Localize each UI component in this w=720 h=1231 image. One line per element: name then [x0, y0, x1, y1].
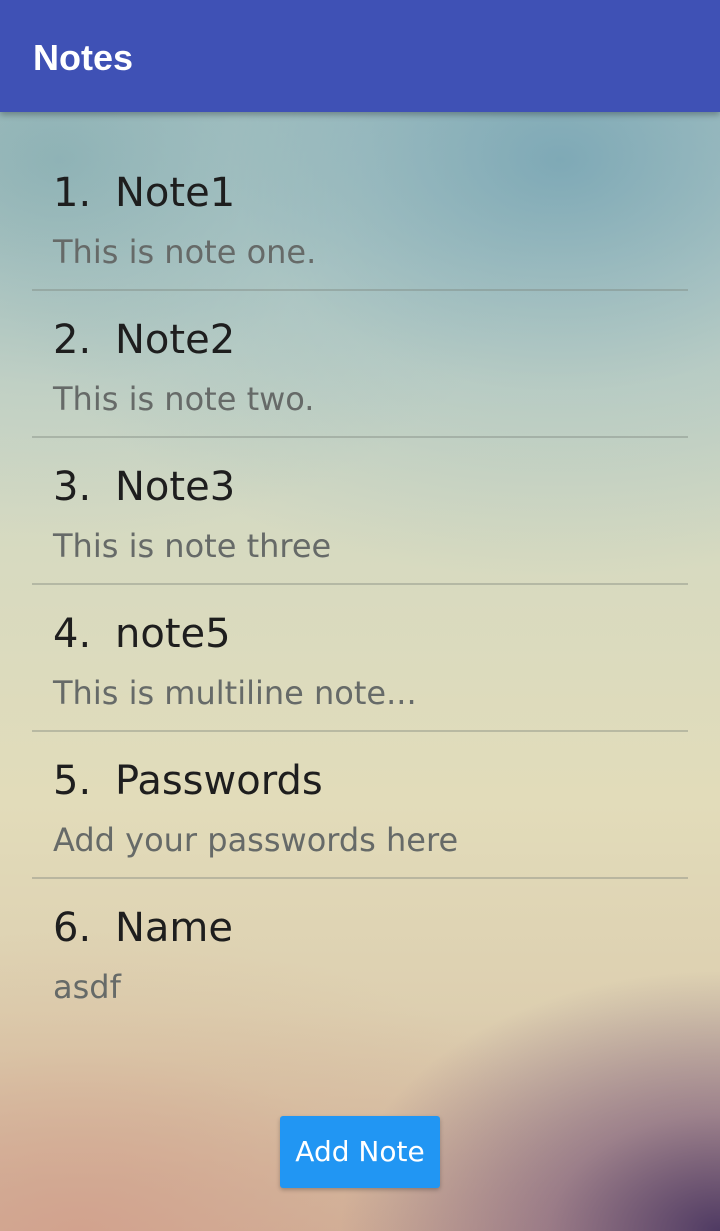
note-title: Note2 — [115, 317, 236, 363]
app-bar: Notes — [0, 0, 720, 112]
note-header: 3. Note3 — [53, 460, 688, 514]
note-header: 4. note5 — [53, 607, 688, 661]
note-preview: This is note one. — [53, 233, 317, 271]
note-number: 4. — [53, 611, 92, 657]
note-header: 2. Note2 — [53, 313, 688, 367]
note-header: 6. Name — [53, 901, 688, 955]
note-number: 6. — [53, 905, 92, 951]
app-title: Notes — [33, 37, 134, 78]
note-header: 1. Note1 — [53, 166, 688, 220]
note-number: 3. — [53, 464, 92, 510]
note-title: Name — [115, 905, 234, 951]
note-item[interactable]: 6. Name asdf — [32, 879, 688, 1026]
note-item[interactable]: 4. note5 This is multiline note... — [32, 585, 688, 732]
note-title: Note1 — [115, 170, 236, 216]
note-number: 1. — [53, 170, 92, 216]
note-item[interactable]: 1. Note1 This is note one. — [32, 144, 688, 291]
note-preview: asdf — [53, 968, 121, 1006]
note-item[interactable]: 5. Passwords Add your passwords here — [32, 732, 688, 879]
note-item[interactable]: 2. Note2 This is note two. — [32, 291, 688, 438]
note-preview: This is note three — [53, 527, 332, 565]
notes-list: 1. Note1 This is note one. 2. Note2 This… — [32, 144, 688, 1026]
note-preview: This is note two. — [53, 380, 315, 418]
note-number: 5. — [53, 758, 92, 804]
note-preview: This is multiline note... — [53, 674, 417, 712]
note-title: Passwords — [115, 758, 323, 804]
note-preview: Add your passwords here — [53, 821, 459, 859]
note-number: 2. — [53, 317, 92, 363]
note-title: Note3 — [115, 464, 236, 510]
note-item[interactable]: 3. Note3 This is note three — [32, 438, 688, 585]
note-title: note5 — [115, 611, 231, 657]
add-note-button[interactable]: Add Note — [280, 1116, 440, 1188]
note-header: 5. Passwords — [53, 754, 688, 808]
